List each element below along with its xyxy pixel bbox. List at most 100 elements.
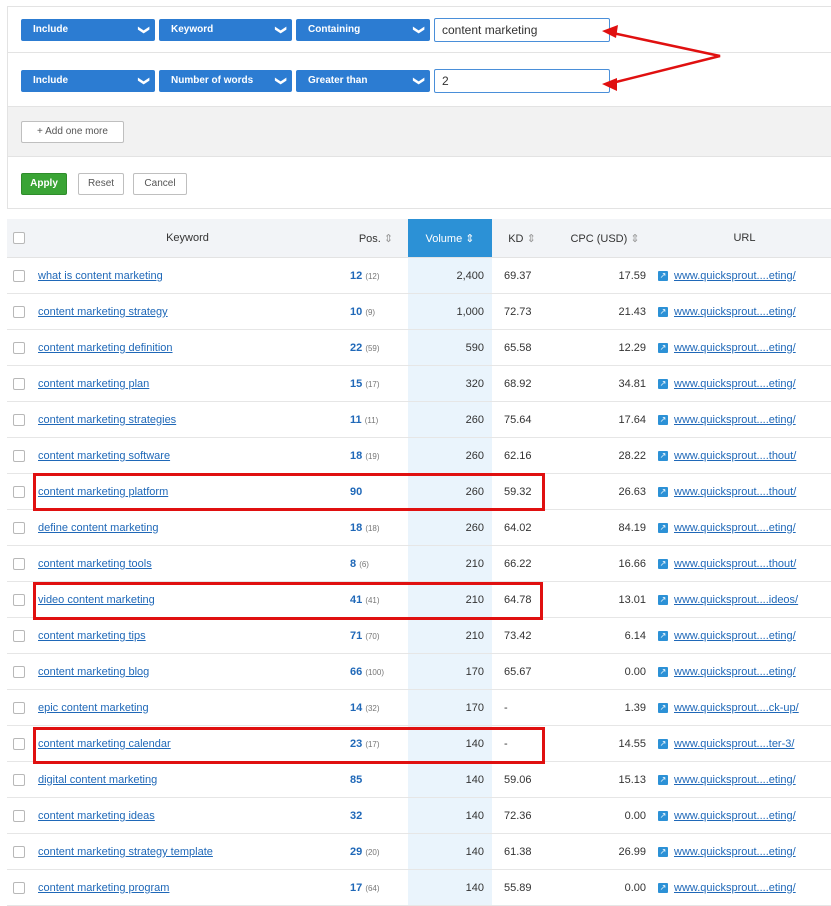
keyword-link[interactable]: content marketing definition: [31, 342, 173, 354]
apply-button[interactable]: Apply: [21, 173, 67, 195]
position-cell: 85: [344, 761, 408, 798]
keyword-link[interactable]: content marketing strategies: [31, 414, 176, 426]
url-link[interactable]: www.quicksprout....eting/: [674, 306, 796, 318]
table-row: content marketing plan 15 (17) 320 68.92 34.…: [7, 365, 831, 402]
row-checkbox[interactable]: [7, 797, 31, 834]
url-link[interactable]: www.quicksprout....ter-3/: [674, 738, 794, 750]
url-link[interactable]: www.quicksprout....eting/: [674, 774, 796, 786]
keyword-link[interactable]: content marketing plan: [31, 378, 149, 390]
add-filter-row: + Add one more: [7, 106, 831, 157]
keyword-link[interactable]: define content marketing: [31, 522, 158, 534]
url-link[interactable]: www.quicksprout....eting/: [674, 666, 796, 678]
row-checkbox[interactable]: [7, 293, 31, 330]
url-link[interactable]: www.quicksprout....eting/: [674, 378, 796, 390]
filter-value-input-2[interactable]: 2: [434, 69, 610, 93]
table-row: content marketing ideas 32 140 72.36 0.00 ↗ w…: [7, 797, 831, 834]
kd-cell: 72.36: [492, 797, 552, 834]
row-checkbox[interactable]: [7, 617, 31, 654]
pos-header[interactable]: Pos. ⇕: [344, 219, 408, 258]
keyword-link[interactable]: content marketing software: [31, 450, 170, 462]
url-header[interactable]: URL: [658, 219, 831, 258]
row-checkbox[interactable]: [7, 257, 31, 294]
external-link-icon: ↗: [658, 846, 668, 857]
sort-icon: ⇕: [465, 232, 475, 245]
kd-cell: 69.37: [492, 257, 552, 294]
keyword-link[interactable]: content marketing program: [31, 882, 169, 894]
add-one-more-button[interactable]: + Add one more: [21, 121, 124, 143]
select-all-checkbox[interactable]: [7, 219, 31, 258]
external-link-icon: ↗: [658, 378, 668, 389]
url-link[interactable]: www.quicksprout....eting/: [674, 810, 796, 822]
filter-value-input-1[interactable]: content marketing: [434, 18, 610, 42]
table-row: define content marketing 18 (18) 260 64.02 8…: [7, 509, 831, 546]
row-checkbox[interactable]: [7, 869, 31, 906]
keyword-link[interactable]: content marketing tips: [31, 630, 146, 642]
row-checkbox[interactable]: [7, 545, 31, 582]
volume-header[interactable]: Volume ⇕: [408, 219, 492, 258]
chevron-down-icon: ❮: [274, 76, 287, 86]
url-link[interactable]: www.quicksprout....thout/: [674, 558, 796, 570]
position-cell: 18 (19): [344, 437, 408, 474]
keyword-link[interactable]: content marketing strategy template: [31, 846, 213, 858]
external-link-icon: ↗: [658, 810, 668, 821]
cpc-cell: 0.00: [552, 653, 658, 690]
field-select-2[interactable]: Number of words ❮: [159, 70, 292, 92]
cpc-cell: 13.01: [552, 581, 658, 618]
field-select-1[interactable]: Keyword ❮: [159, 19, 292, 41]
operator-select-1[interactable]: Containing ❮: [296, 19, 430, 41]
table-row: epic content marketing 14 (32) 170-1.39 ↗ ww…: [7, 689, 831, 726]
position-cell: 71 (70): [344, 617, 408, 654]
row-checkbox[interactable]: [7, 833, 31, 870]
url-link[interactable]: www.quicksprout....eting/: [674, 882, 796, 894]
table-row: content marketing program 17 (64) 140 55.89…: [7, 869, 831, 906]
highlight-box: [33, 473, 545, 511]
url-link[interactable]: www.quicksprout....thout/: [674, 450, 796, 462]
cpc-cell: 17.64: [552, 401, 658, 438]
keyword-link[interactable]: content marketing blog: [31, 666, 149, 678]
kd-cell: 73.42: [492, 617, 552, 654]
url-link[interactable]: www.quicksprout....eting/: [674, 270, 796, 282]
url-link[interactable]: www.quicksprout....eting/: [674, 342, 796, 354]
position-cell: 18 (18): [344, 509, 408, 546]
row-checkbox[interactable]: [7, 365, 31, 402]
position-cell: 32: [344, 797, 408, 834]
kd-cell: 61.38: [492, 833, 552, 870]
row-checkbox[interactable]: [7, 401, 31, 438]
keyword-link[interactable]: epic content marketing: [31, 702, 149, 714]
reset-button[interactable]: Reset: [78, 173, 124, 195]
row-checkbox[interactable]: [7, 329, 31, 366]
row-checkbox[interactable]: [7, 689, 31, 726]
keyword-header[interactable]: Keyword: [31, 219, 344, 258]
include-select-2[interactable]: Include ❮: [21, 70, 155, 92]
keyword-link[interactable]: what is content marketing: [31, 270, 163, 282]
row-checkbox[interactable]: [7, 581, 31, 618]
keyword-link[interactable]: digital content marketing: [31, 774, 157, 786]
table-row: content marketing blog 66 (100) 170 65.67 0.…: [7, 653, 831, 690]
row-checkbox[interactable]: [7, 725, 31, 762]
cpc-cell: 0.00: [552, 797, 658, 834]
include-select-1[interactable]: Include ❮: [21, 19, 155, 41]
url-link[interactable]: www.quicksprout....eting/: [674, 414, 796, 426]
position-cell: 14 (32): [344, 689, 408, 726]
keyword-link[interactable]: content marketing ideas: [31, 810, 155, 822]
volume-cell: 140: [408, 833, 492, 870]
url-link[interactable]: www.quicksprout....ideos/: [674, 594, 798, 606]
url-link[interactable]: www.quicksprout....ck-up/: [674, 702, 799, 714]
row-checkbox[interactable]: [7, 437, 31, 474]
external-link-icon: ↗: [658, 702, 668, 713]
row-checkbox[interactable]: [7, 509, 31, 546]
url-link[interactable]: www.quicksprout....thout/: [674, 486, 796, 498]
kd-header[interactable]: KD ⇕: [492, 219, 552, 258]
keyword-link[interactable]: content marketing strategy: [31, 306, 168, 318]
volume-cell: 2,400: [408, 257, 492, 294]
row-checkbox[interactable]: [7, 653, 31, 690]
row-checkbox[interactable]: [7, 473, 31, 510]
cancel-button[interactable]: Cancel: [133, 173, 187, 195]
operator-select-2[interactable]: Greater than ❮: [296, 70, 430, 92]
url-link[interactable]: www.quicksprout....eting/: [674, 846, 796, 858]
keyword-link[interactable]: content marketing tools: [31, 558, 152, 570]
url-link[interactable]: www.quicksprout....eting/: [674, 522, 796, 534]
url-link[interactable]: www.quicksprout....eting/: [674, 630, 796, 642]
cpc-header[interactable]: CPC (USD) ⇕: [552, 219, 658, 258]
row-checkbox[interactable]: [7, 761, 31, 798]
